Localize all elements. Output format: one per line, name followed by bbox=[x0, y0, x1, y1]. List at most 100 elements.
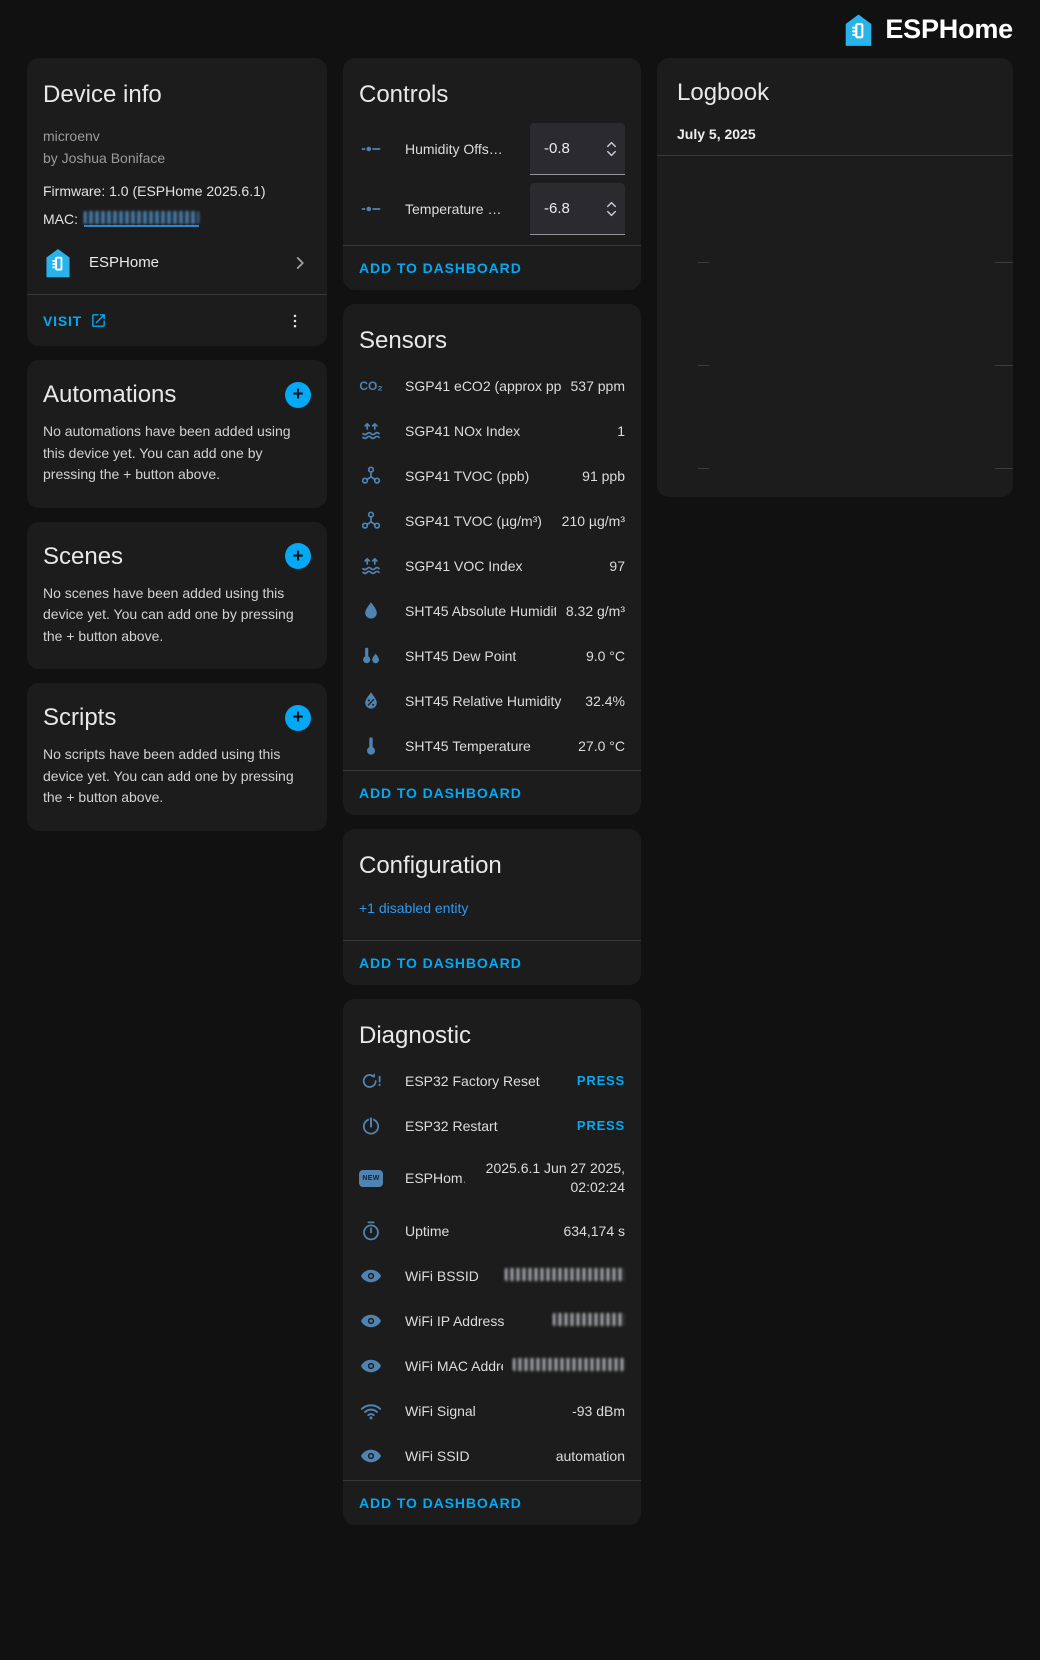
overflow-menu-button[interactable] bbox=[277, 303, 313, 339]
visit-button[interactable]: VISIT bbox=[43, 312, 107, 329]
diagnostic-label: WiFi Signal bbox=[405, 1403, 562, 1419]
sensor-row[interactable]: SGP41 NOx Index 1 bbox=[359, 408, 625, 453]
water-percent-icon bbox=[359, 689, 383, 713]
diagnostic-row[interactable]: ESP32 Restart PRESS bbox=[359, 1103, 625, 1148]
sensor-row[interactable]: SGP41 VOC Index 97 bbox=[359, 543, 625, 588]
sensor-row[interactable]: SHT45 Absolute Humidity 8.32 g/m³ bbox=[359, 588, 625, 633]
slider-icon bbox=[359, 197, 383, 221]
top-bar: ESPHome bbox=[0, 0, 1040, 58]
sensor-row[interactable]: SGP41 TVOC (µg/m³) 210 µg/m³ bbox=[359, 498, 625, 543]
divider bbox=[995, 365, 1013, 366]
sensor-value: 97 bbox=[609, 558, 625, 574]
sensor-value: 9.0 °C bbox=[586, 648, 625, 664]
chemical-icon bbox=[359, 509, 383, 533]
diagnostic-row[interactable]: WiFi SSID automation bbox=[359, 1433, 625, 1478]
diagnostic-label: Uptime bbox=[405, 1223, 554, 1239]
diagnostic-row[interactable]: NEW ESPHom… 2025.6.1 Jun 27 2025, 02:02:… bbox=[359, 1148, 625, 1208]
disabled-entities-link[interactable]: +1 disabled entity bbox=[359, 900, 625, 916]
sensors-title: Sensors bbox=[359, 326, 625, 355]
stepper-arrows-icon[interactable] bbox=[604, 198, 619, 220]
diagnostic-label: WiFi SSID bbox=[405, 1448, 546, 1464]
control-label: Temperature … bbox=[405, 201, 530, 217]
scenes-title: Scenes bbox=[43, 542, 123, 571]
automations-title: Automations bbox=[43, 380, 176, 409]
diagnostic-label: ESP32 Restart bbox=[405, 1118, 567, 1134]
diagnostic-row[interactable]: WiFi Signal -93 dBm bbox=[359, 1388, 625, 1433]
diagnostic-row[interactable]: WiFi MAC Addre… bbox=[359, 1343, 625, 1388]
press-button[interactable]: PRESS bbox=[577, 1073, 625, 1088]
wifi-icon bbox=[359, 1399, 383, 1423]
number-input[interactable]: -0.8 bbox=[530, 123, 625, 175]
redacted-value bbox=[505, 1268, 625, 1284]
configuration-card: Configuration +1 disabled entity ADD TO … bbox=[343, 829, 641, 985]
diagnostic-card: Diagnostic ESP32 Factory Reset PRESS bbox=[343, 999, 641, 1525]
redacted-value bbox=[513, 1358, 625, 1374]
new-box-icon: NEW bbox=[359, 1166, 383, 1190]
diagnostic-row[interactable]: ESP32 Factory Reset PRESS bbox=[359, 1058, 625, 1103]
device-author: by Joshua Boniface bbox=[43, 147, 311, 169]
sensor-row[interactable]: SHT45 Dew Point 9.0 °C bbox=[359, 633, 625, 678]
sensor-label: SGP41 NOx Index bbox=[405, 423, 607, 439]
number-input[interactable]: -6.8 bbox=[530, 183, 625, 235]
power-icon bbox=[359, 1114, 383, 1138]
add-to-dashboard-button[interactable]: ADD TO DASHBOARD bbox=[359, 1495, 522, 1511]
diagnostic-label: WiFi BSSID bbox=[405, 1268, 495, 1284]
water-drop-icon bbox=[359, 599, 383, 623]
add-scene-button[interactable]: + bbox=[285, 543, 311, 569]
add-automation-button[interactable]: + bbox=[285, 382, 311, 408]
sensor-value: 537 ppm bbox=[571, 378, 625, 394]
open-in-new-icon bbox=[90, 312, 107, 329]
logbook-card: Logbook July 5, 2025 bbox=[657, 58, 1013, 497]
configuration-title: Configuration bbox=[359, 851, 625, 880]
control-row: Humidity Offs… -0.8 bbox=[359, 119, 625, 179]
control-label: Humidity Offs… bbox=[405, 141, 530, 157]
sensor-row[interactable]: SHT45 Temperature 27.0 °C bbox=[359, 723, 625, 768]
diagnostic-row[interactable]: Uptime 634,174 s bbox=[359, 1208, 625, 1253]
diagnostic-value: 634,174 s bbox=[564, 1223, 626, 1239]
sensor-row[interactable]: SHT45 Relative Humidity 32.4% bbox=[359, 678, 625, 723]
sensor-value: 27.0 °C bbox=[578, 738, 625, 754]
sensor-row[interactable]: SGP41 TVOC (ppb) 91 ppb bbox=[359, 453, 625, 498]
redacted-value bbox=[553, 1313, 625, 1329]
sensors-card: Sensors CO₂ SGP41 eCO2 (approx ppm) 537 … bbox=[343, 304, 641, 815]
sensor-label: SGP41 VOC Index bbox=[405, 558, 599, 574]
sensor-value: 210 µg/m³ bbox=[562, 513, 625, 529]
diagnostic-title: Diagnostic bbox=[359, 1021, 625, 1050]
add-to-dashboard-button[interactable]: ADD TO DASHBOARD bbox=[359, 955, 522, 971]
stepper-arrows-icon[interactable] bbox=[604, 138, 619, 160]
diagnostic-value: automation bbox=[556, 1448, 625, 1464]
eye-icon bbox=[359, 1309, 383, 1333]
chevron-right-icon bbox=[289, 252, 311, 274]
number-value: -0.8 bbox=[544, 140, 604, 157]
add-to-dashboard-button[interactable]: ADD TO DASHBOARD bbox=[359, 260, 522, 276]
logbook-entries-list[interactable] bbox=[657, 156, 1013, 497]
diagnostic-row[interactable]: WiFi IP Address bbox=[359, 1298, 625, 1343]
integration-label: ESPHome bbox=[89, 254, 289, 271]
thermometer-icon bbox=[359, 734, 383, 758]
integration-row-esphome[interactable]: ESPHome bbox=[43, 241, 311, 294]
logbook-title: Logbook bbox=[677, 78, 993, 107]
divider bbox=[698, 262, 709, 263]
sensor-label: SGP41 TVOC (µg/m³) bbox=[405, 513, 552, 529]
diagnostic-row[interactable]: WiFi BSSID bbox=[359, 1253, 625, 1298]
scripts-empty-text: No scripts have been added using this de… bbox=[43, 744, 311, 809]
scripts-title: Scripts bbox=[43, 703, 116, 732]
sensor-label: SGP41 TVOC (ppb) bbox=[405, 468, 572, 484]
add-to-dashboard-button[interactable]: ADD TO DASHBOARD bbox=[359, 785, 522, 801]
visit-label: VISIT bbox=[43, 313, 82, 329]
sensor-value: 32.4% bbox=[585, 693, 625, 709]
press-button[interactable]: PRESS bbox=[577, 1118, 625, 1133]
add-script-button[interactable]: + bbox=[285, 705, 311, 731]
controls-card: Controls Humidity Offs… -0.8 bbox=[343, 58, 641, 290]
timer-icon bbox=[359, 1219, 383, 1243]
restart-alert-icon bbox=[359, 1069, 383, 1093]
diagnostic-value: -93 dBm bbox=[572, 1403, 625, 1419]
diagnostic-label: ESPHom… bbox=[405, 1170, 465, 1186]
sensor-row[interactable]: CO₂ SGP41 eCO2 (approx ppm) 537 ppm bbox=[359, 363, 625, 408]
scenes-card: Scenes + No scenes have been added using… bbox=[27, 522, 327, 670]
sensor-label: SHT45 Dew Point bbox=[405, 648, 576, 664]
mac-label: MAC: bbox=[43, 211, 78, 227]
sensor-value: 1 bbox=[617, 423, 625, 439]
app-title: ESPHome bbox=[885, 14, 1013, 45]
diagnostic-label: WiFi IP Address bbox=[405, 1313, 543, 1329]
